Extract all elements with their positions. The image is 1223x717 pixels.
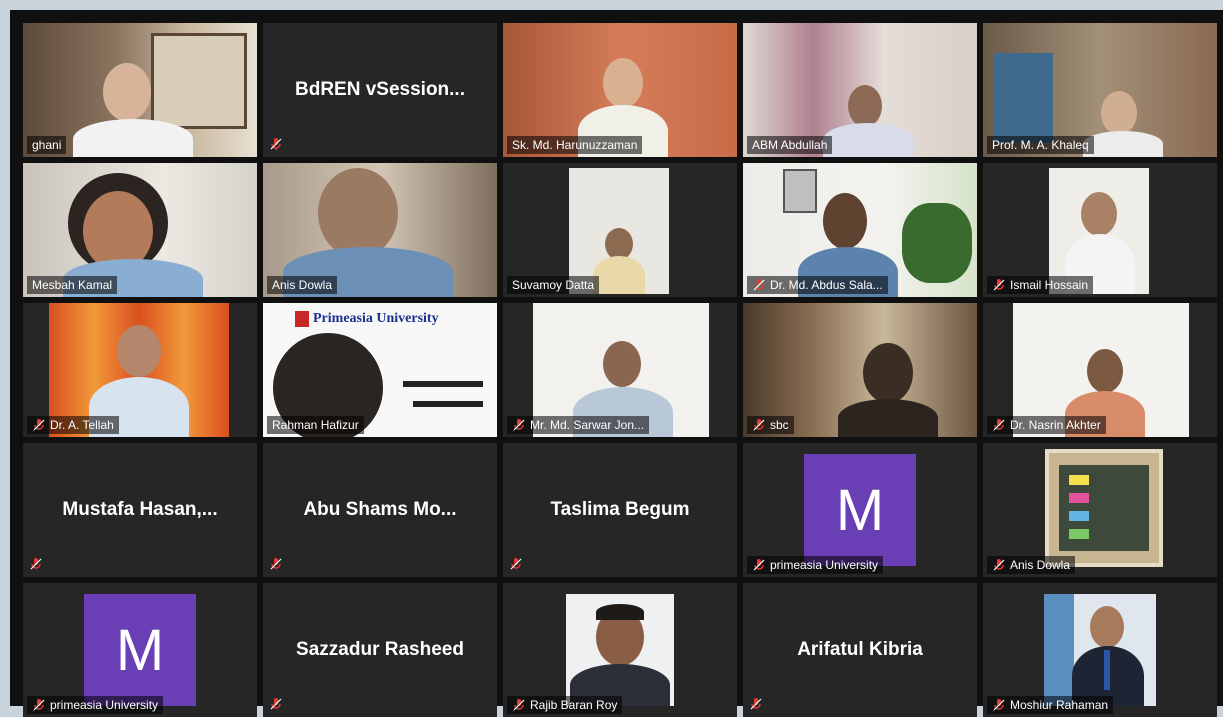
microphone-muted-icon	[513, 699, 525, 711]
participant-name: Abu Shams Mo...	[303, 499, 457, 520]
microphone-muted-icon	[33, 419, 45, 431]
microphone-muted-icon	[513, 419, 525, 431]
avatar: M	[804, 454, 916, 566]
microphone-muted-icon	[753, 279, 765, 291]
participant-tile[interactable]: M primeasia University	[23, 583, 257, 717]
participant-name-label: Mr. Md. Sarwar Jon...	[507, 416, 650, 434]
participant-name-label: Dr. A. Tellah	[27, 416, 119, 434]
participant-tile[interactable]: ABM Abdullah	[743, 23, 977, 157]
microphone-muted-icon	[510, 558, 522, 570]
microphone-muted-icon	[270, 698, 282, 710]
microphone-muted-icon	[753, 419, 765, 431]
participant-tile[interactable]: Dr. Nasrin Akhter	[983, 303, 1217, 437]
participant-tile[interactable]: Mr. Md. Sarwar Jon...	[503, 303, 737, 437]
university-logo-text: Primeasia University	[313, 311, 439, 326]
profile-photo	[566, 594, 674, 706]
microphone-muted-icon	[750, 698, 762, 710]
participant-tile[interactable]: Sk. Md. Harunuzzaman	[503, 23, 737, 157]
participant-tile[interactable]: Anis Dowla	[263, 163, 497, 297]
participant-tile[interactable]: Ismail Hossain	[983, 163, 1217, 297]
participant-tile[interactable]: Taslima Begum	[503, 443, 737, 577]
participant-tile[interactable]: Sazzadur Rasheed	[263, 583, 497, 717]
participant-tile[interactable]: Rajib Baran Roy	[503, 583, 737, 717]
microphone-muted-icon	[270, 558, 282, 570]
participant-name-label: sbc	[747, 416, 794, 434]
university-logo	[295, 311, 309, 327]
participant-tile[interactable]: Anis Dowla	[983, 443, 1217, 577]
participant-name-label: Mesbah Kamal	[27, 276, 118, 294]
participant-name-label: Rahman Hafizur	[267, 416, 364, 434]
participant-tile[interactable]: Prof. M. A. Khaleq	[983, 23, 1217, 157]
participant-tile[interactable]: Mustafa Hasan,...	[23, 443, 257, 577]
microphone-muted-icon	[270, 138, 282, 150]
participant-tile[interactable]: Suvamoy Datta	[503, 163, 737, 297]
participant-tile[interactable]: Moshiur Rahaman	[983, 583, 1217, 717]
participant-name-label: primeasia University	[747, 556, 884, 574]
participant-tile[interactable]: Dr. Md. Abdus Sala...	[743, 163, 977, 297]
participant-tile[interactable]: Dr. A. Tellah	[23, 303, 257, 437]
participant-tile-active-speaker[interactable]: Mesbah Kamal	[23, 163, 257, 297]
participant-tile[interactable]: Abu Shams Mo...	[263, 443, 497, 577]
participant-tile[interactable]: M primeasia University	[743, 443, 977, 577]
participant-name-label: Prof. M. A. Khaleq	[987, 136, 1094, 154]
participant-name: Taslima Begum	[550, 499, 690, 520]
participant-name-label: Ismail Hossain	[987, 276, 1094, 294]
participant-name-label: Sk. Md. Harunuzzaman	[507, 136, 643, 154]
profile-photo	[1044, 594, 1156, 706]
participant-name: Arifatul Kibria	[797, 639, 923, 660]
participant-tile[interactable]: sbc	[743, 303, 977, 437]
participant-name-label: Suvamoy Datta	[507, 276, 600, 294]
participant-name-label: ghani	[27, 136, 67, 154]
participant-tile[interactable]: BdREN vSession...	[263, 23, 497, 157]
microphone-muted-icon	[30, 558, 42, 570]
participant-name: Sazzadur Rasheed	[296, 639, 464, 660]
avatar: M	[84, 594, 196, 706]
participant-name-label: Anis Dowla	[987, 556, 1076, 574]
participant-tile[interactable]: Primeasia University Rahman Hafizur	[263, 303, 497, 437]
participant-name-label: Rajib Baran Roy	[507, 696, 623, 714]
participant-tile[interactable]: ghani	[23, 23, 257, 157]
microphone-muted-icon	[33, 699, 45, 711]
microphone-muted-icon	[993, 559, 1005, 571]
participant-name-label: Anis Dowla	[267, 276, 338, 294]
participant-name: Mustafa Hasan,...	[62, 499, 218, 520]
participant-name-label: Dr. Md. Abdus Sala...	[747, 276, 888, 294]
microphone-muted-icon	[753, 559, 765, 571]
participant-tile[interactable]: Arifatul Kibria	[743, 583, 977, 717]
participant-name-label: Dr. Nasrin Akhter	[987, 416, 1106, 434]
microphone-muted-icon	[993, 279, 1005, 291]
microphone-muted-icon	[993, 419, 1005, 431]
participant-name: BdREN vSession...	[295, 79, 465, 100]
video-grid-window: ghani BdREN vSession... Sk. Md. Harunuzz…	[10, 10, 1223, 717]
participant-name-label: Moshiur Rahaman	[987, 696, 1114, 714]
microphone-muted-icon	[993, 699, 1005, 711]
participant-name-label: ABM Abdullah	[747, 136, 833, 154]
participant-name-label: primeasia University	[27, 696, 164, 714]
participant-grid: ghani BdREN vSession... Sk. Md. Harunuzz…	[23, 23, 1221, 717]
